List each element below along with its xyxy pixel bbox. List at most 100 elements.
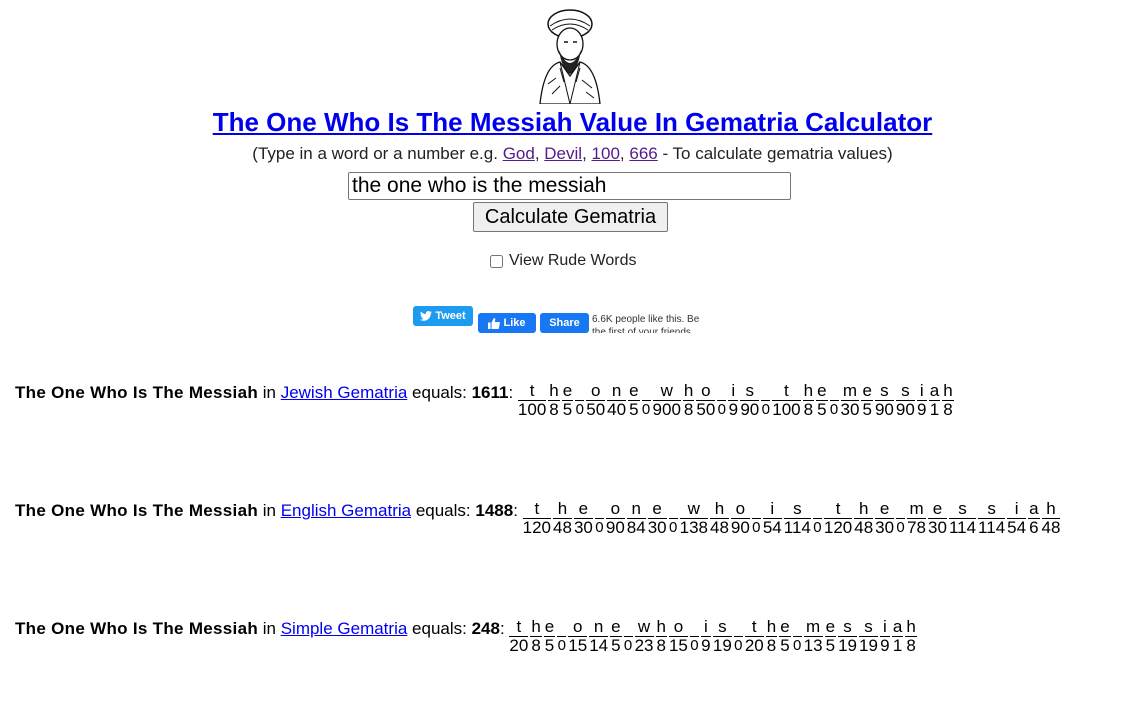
letter-number: 0 (595, 519, 604, 536)
example-link-god[interactable]: God (503, 144, 535, 163)
jewish-gematria-link[interactable]: Jewish Gematria (281, 383, 408, 402)
letter-number: 114 (948, 518, 977, 537)
letter-char: o (668, 618, 688, 637)
letter-number: 30 (573, 518, 593, 537)
letter-number: 30 (647, 518, 667, 537)
letter-char: i (1007, 500, 1027, 519)
letter-value: s 19 (858, 618, 878, 655)
letter-value: e 30 (573, 500, 593, 537)
letter-number: 13 (803, 636, 823, 655)
letter-number: 5 (544, 636, 555, 655)
portrait-image (539, 9, 601, 104)
page-title: The One Who Is The Messiah Value In Gema… (0, 105, 1145, 139)
letter-char: h (655, 617, 667, 637)
facebook-share-button[interactable]: Share (540, 313, 589, 333)
letter-value: h8 (905, 618, 917, 655)
letter-value: t 100 (517, 382, 547, 419)
letter-number: 48 (553, 518, 572, 537)
letter-number: 8 (531, 636, 541, 655)
letter-number: 50 (696, 400, 716, 419)
letter-number: 0 (575, 401, 584, 418)
letter-number: 0 (734, 637, 743, 654)
result-row-jewish: The One Who Is The Messiah in Jewish Gem… (15, 381, 1130, 419)
calculate-gematria-button[interactable]: Calculate Gematria (473, 202, 668, 232)
letter-char: h (710, 500, 729, 519)
letter-char: h (765, 617, 778, 637)
letter-value: e 30 (875, 500, 895, 537)
letter-char (896, 500, 906, 519)
letter-number: 0 (793, 637, 802, 654)
letter-value: e 30 (647, 500, 667, 537)
rude-words-checkbox[interactable] (490, 254, 503, 268)
example-link-666[interactable]: 666 (629, 144, 657, 163)
letter-number: 15 (668, 636, 688, 655)
letter-char: e (647, 500, 667, 519)
letter-number: 1 (929, 400, 940, 419)
letter-char: s (858, 618, 878, 637)
letter-number: 40 (607, 400, 627, 419)
letter-number: 9 (880, 636, 890, 655)
letter-char: t (517, 382, 547, 401)
letter-char: e (928, 500, 947, 519)
letter-char: w (652, 382, 681, 401)
result-equals-text: equals: (407, 619, 472, 638)
letter-value: h8 (682, 381, 695, 419)
space-value: 0 (812, 500, 822, 537)
letter-value: n 14 (589, 618, 609, 655)
subtitle-prefix: (Type in a word or a number e.g. (252, 144, 503, 163)
letter-char: m (840, 382, 860, 401)
letter-value: e5 (816, 382, 828, 419)
letter-char: i (916, 382, 927, 401)
tweet-button[interactable]: Tweet (413, 306, 473, 326)
letter-number: 78 (907, 518, 927, 537)
letter-value: t 100 (772, 382, 801, 419)
subtitle-suffix: - To calculate gematria values) (657, 144, 893, 163)
example-link-devil[interactable]: Devil (544, 144, 582, 163)
space-value: 0 (896, 500, 906, 537)
letter-char: m (803, 618, 823, 637)
letter-number: 8 (943, 400, 953, 419)
letter-value: s 114 (783, 500, 811, 537)
letter-value: h 48 (854, 500, 874, 537)
title-link[interactable]: The One Who Is The Messiah Value In Gema… (213, 107, 933, 137)
letter-char: e (543, 617, 556, 637)
space-value: 0 (829, 382, 839, 419)
letter-number: 20 (744, 636, 764, 655)
letter-char: h (682, 381, 695, 401)
letter-char: s (712, 618, 732, 637)
space-value: 0 (668, 500, 678, 537)
space-value: 0 (792, 618, 802, 655)
letter-number: 90 (874, 400, 894, 419)
letter-char: h (802, 381, 815, 401)
twitter-bird-icon (420, 311, 433, 321)
letter-number: 30 (928, 518, 947, 537)
letter-char: h (854, 500, 874, 519)
letter-value: i9 (728, 382, 739, 419)
letter-value: s 19 (838, 618, 857, 655)
letter-breakdown: t 20 h 8 e 5 0 o 15 n 14 e 5 0 w 23 h 8 o 15 0 i 9 s 19 0 t 20 h… (509, 617, 918, 655)
letter-char: h (553, 500, 572, 519)
letter-number: 8 (906, 636, 916, 655)
letter-value: t 20 (509, 618, 529, 655)
example-link-100[interactable]: 100 (592, 144, 620, 163)
letter-number: 8 (803, 400, 814, 419)
tweet-label: Tweet (435, 310, 466, 322)
letter-value: e5 (543, 617, 556, 655)
letter-number: 0 (641, 401, 651, 418)
letter-number: 48 (710, 518, 729, 537)
facebook-like-button[interactable]: Like (478, 313, 536, 333)
search-input[interactable] (348, 172, 791, 200)
letter-value: w 23 (634, 618, 654, 655)
english-gematria-link[interactable]: English Gematria (281, 501, 411, 520)
letter-number: 90 (895, 400, 915, 419)
letter-value: e5 (561, 382, 574, 419)
letter-char (761, 382, 771, 401)
result-in-text: in (258, 619, 281, 638)
letter-value: o 15 (568, 618, 588, 655)
like-label: Like (503, 317, 526, 329)
letter-number: 5 (780, 636, 790, 655)
letter-value: o 90 (605, 500, 625, 537)
simple-gematria-link[interactable]: Simple Gematria (281, 619, 408, 638)
view-rude-words-option[interactable]: View Rude Words (490, 251, 636, 271)
letter-value: s 90 (874, 382, 894, 419)
